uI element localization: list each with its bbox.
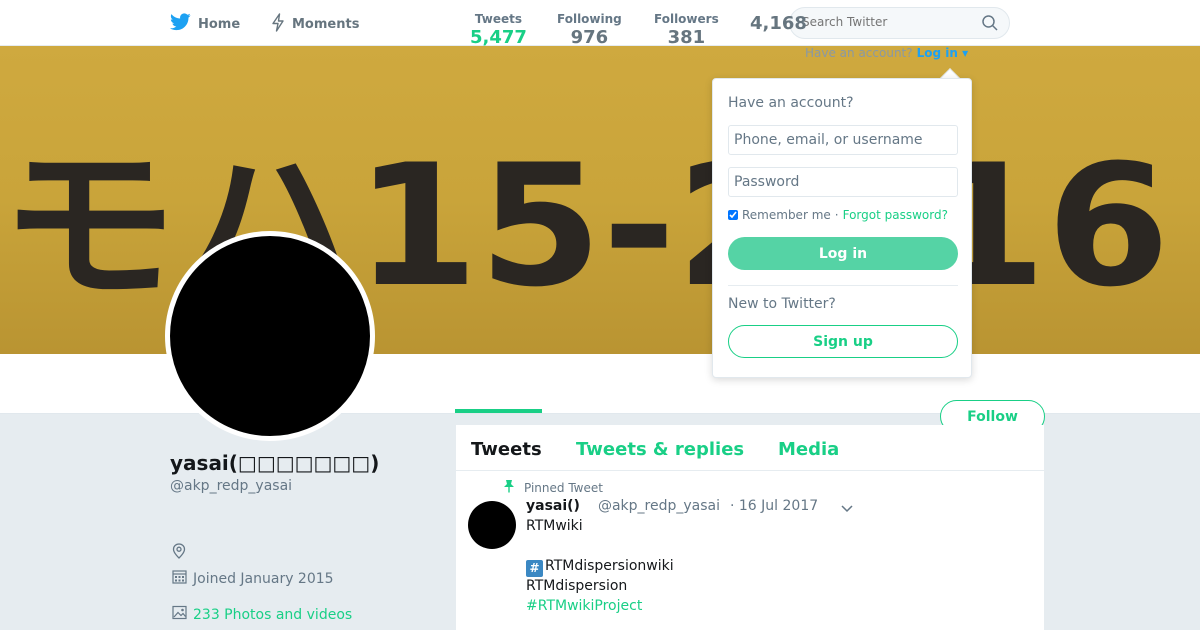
tweet-author-handle[interactable]: @akp_redp_yasai [598,498,720,514]
photos-link-label: 233 Photos and videos [193,606,353,623]
tab-media[interactable]: Media [778,439,839,460]
remember-me-label[interactable]: Remember me [742,208,831,222]
calendar-icon [172,569,187,588]
profile-handle[interactable]: @akp_redp_yasai [170,478,292,494]
nav-home[interactable]: Home [170,13,240,35]
profile-location [172,543,186,563]
stat-following-value: 976 [570,27,609,48]
tweet-author-name[interactable]: yasai() [526,498,580,514]
profile-joined: Joined January 2015 [172,569,334,588]
login-dropdown-toggle[interactable]: Log in ▾ [917,46,969,60]
remember-row: Remember me · Forgot password? [728,208,948,222]
active-stat-underline [455,409,542,413]
pinned-label: Pinned Tweet [524,480,603,495]
tweet-author-avatar[interactable] [468,501,516,549]
new-to-twitter-heading: New to Twitter? [728,296,836,312]
location-pin-icon [172,543,186,563]
stat-tweets[interactable]: Tweets 5,477 [470,12,527,48]
stat-tweets-value: 5,477 [470,27,527,48]
remember-me-checkbox[interactable] [728,210,738,220]
search-icon[interactable] [982,15,998,35]
stat-followers-value: 381 [667,27,706,48]
tweet-text-line: RTMdispersion [526,578,628,594]
pin-icon [503,479,515,496]
password-field[interactable] [728,167,958,197]
tweet-text-line: # RTMdispersionwiki [526,558,674,577]
forgot-password-link[interactable]: Forgot password? [843,208,948,222]
stat-following-label: Following [557,12,622,26]
login-dropdown: Have an account? Remember me · Forgot pa… [712,78,972,378]
lightning-icon [271,13,285,36]
tweet-text-line: RTMwiki [526,518,583,534]
search-box [789,7,1010,39]
dropdown-divider [728,285,958,286]
login-button[interactable]: Log in [728,237,958,270]
search-input[interactable] [802,15,972,29]
photos-link[interactable]: 233 Photos and videos [172,605,352,624]
tweet-hashtag-link[interactable]: #RTMwikiProject [526,598,642,614]
joined-text: Joined January 2015 [193,570,334,587]
nav-home-label: Home [198,16,241,32]
pinned-tweet-context: Pinned Tweet [503,479,603,496]
tweet-menu-chevron-down-icon[interactable] [840,500,854,519]
twitter-bird-icon [170,13,191,35]
account-prompt-text: Have an account? [805,46,913,60]
tab-tweets-replies[interactable]: Tweets & replies [576,439,744,460]
stat-tweets-label: Tweets [474,12,523,26]
stat-followers[interactable]: Followers 381 [654,12,719,48]
tweet-text-span: RTMdispersionwiki [545,558,674,574]
timeline-tabs: Tweets Tweets & replies Media [456,425,1044,471]
signup-button[interactable]: Sign up [728,325,958,358]
nav-moments[interactable]: Moments [271,13,359,36]
separator-dot: · [834,208,839,222]
stat-likes[interactable]: 4,168 [750,12,807,34]
photo-icon [172,605,187,624]
tab-tweets[interactable]: Tweets [471,439,542,460]
profile-name[interactable]: yasai(□□□□□□□) [170,451,379,475]
stat-following[interactable]: Following 976 [557,12,622,48]
nav-moments-label: Moments [292,17,360,32]
tweet-header: yasai() @akp_redp_yasai · 16 Jul 2017 [526,498,818,514]
tweet-timestamp[interactable]: · 16 Jul 2017 [730,498,818,514]
profile-avatar[interactable] [165,231,375,441]
dropdown-heading: Have an account? [728,95,854,111]
stat-likes-value: 4,168 [750,13,807,34]
hashtag-emoji-icon: # [526,560,543,577]
username-field[interactable] [728,125,958,155]
stat-followers-label: Followers [654,12,719,26]
account-prompt: Have an account? Log in ▾ [805,46,968,60]
login-toggle-label: Log in [916,46,958,60]
